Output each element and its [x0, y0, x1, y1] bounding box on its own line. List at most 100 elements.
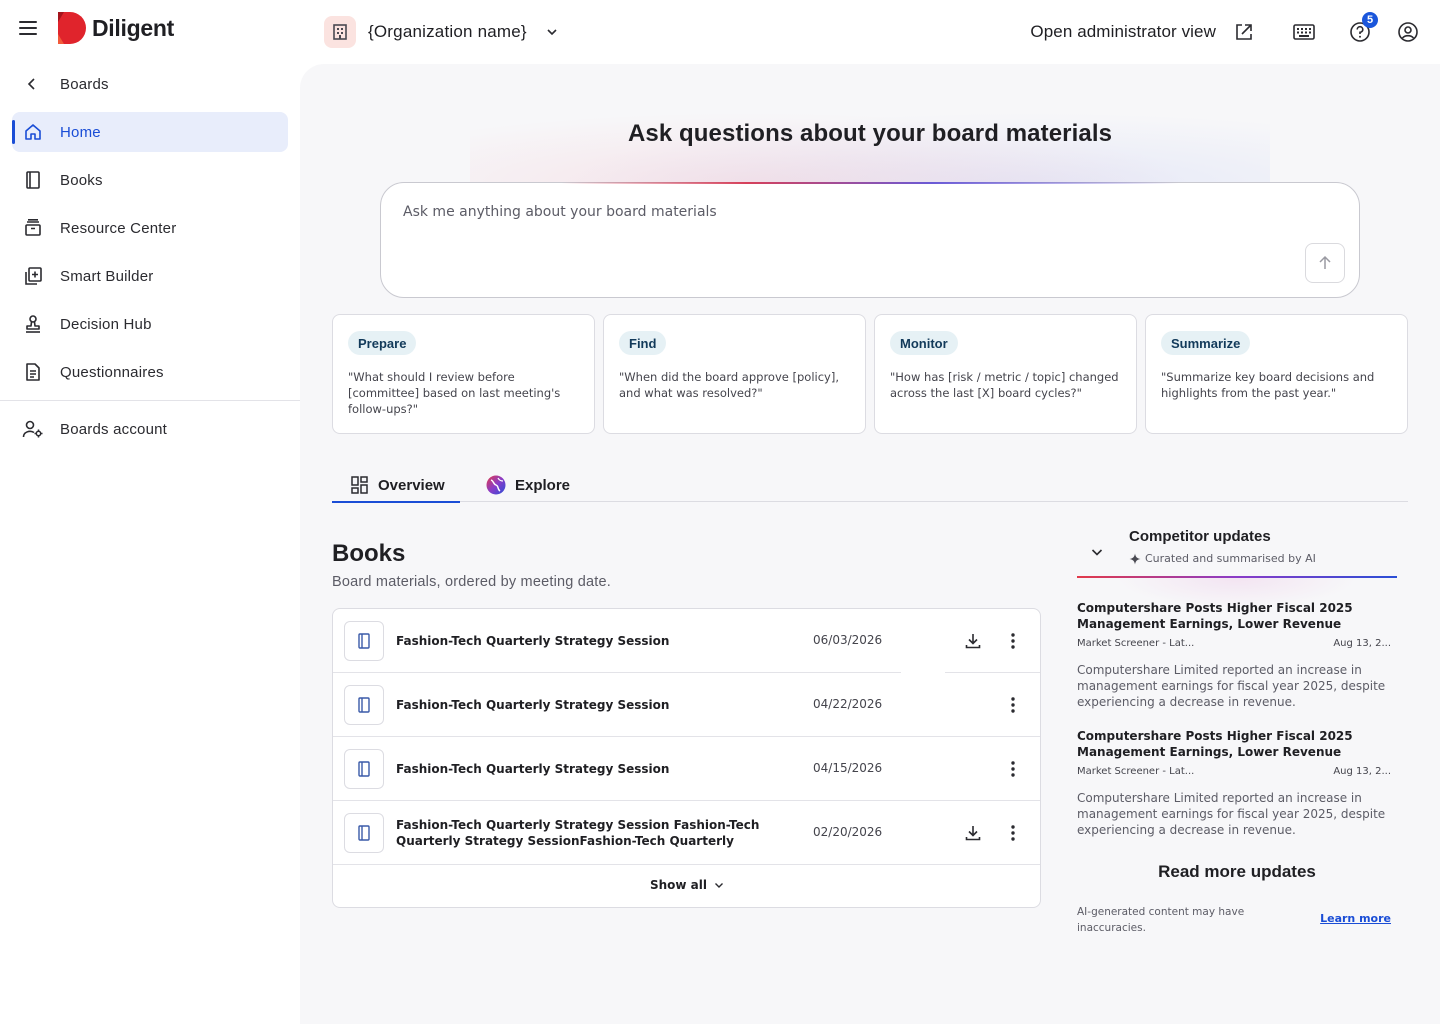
book-date: 02/20/2026: [813, 825, 883, 839]
show-all-button[interactable]: Show all: [333, 863, 1040, 907]
sidebar-item-decision-hub[interactable]: Decision Hub: [12, 304, 288, 344]
sidebar-divider: [0, 400, 300, 401]
user-settings-icon: [22, 418, 44, 440]
sidebar-item-smart-builder[interactable]: Smart Builder: [12, 256, 288, 296]
send-button[interactable]: [1305, 243, 1345, 283]
sidebar: Boards Home Books Resource Center Smart …: [0, 64, 300, 1024]
chevron-down-icon: [547, 29, 557, 36]
prompt-chip: Prepare: [348, 331, 417, 355]
news-meta: Market Screener - Lat... Aug 13, 2...: [1077, 766, 1397, 782]
stamp-icon: [22, 313, 44, 335]
news-title[interactable]: Computershare Posts Higher Fiscal 2025 M…: [1077, 600, 1397, 632]
book-date: 04/15/2026: [813, 761, 883, 775]
table-row[interactable]: Fashion-Tech Quarterly Strategy Session …: [333, 609, 1040, 673]
diligent-logo-icon: [58, 12, 86, 44]
books-heading: Books: [332, 540, 406, 567]
prompt-card-monitor[interactable]: Monitor "How has [risk / metric / topic]…: [874, 314, 1137, 434]
user-account-icon[interactable]: [1394, 18, 1422, 46]
news-item[interactable]: Computershare Posts Higher Fiscal 2025 M…: [1077, 600, 1397, 710]
open-admin-view-link[interactable]: Open administrator view: [1030, 22, 1216, 42]
sidebar-item-label: Decision Hub: [60, 315, 152, 333]
sidebar-item-label: Resource Center: [60, 219, 177, 237]
read-more-updates-button[interactable]: Read more updates: [1077, 862, 1397, 882]
organization-selector[interactable]: {Organization name}: [324, 16, 559, 48]
news-title[interactable]: Computershare Posts Higher Fiscal 2025 M…: [1077, 728, 1397, 760]
book-title: Fashion-Tech Quarterly Strategy Session: [396, 698, 670, 712]
prompt-chip: Summarize: [1161, 331, 1251, 355]
prompt-card-prepare[interactable]: Prepare "What should I review before [co…: [332, 314, 595, 434]
prompt-text: "Summarize key board decisions and highl…: [1161, 370, 1375, 400]
tab-bar: Overview Explore: [332, 468, 1408, 503]
book-icon: [344, 813, 384, 853]
globe-icon: [486, 475, 506, 495]
ask-input[interactable]: [403, 199, 1283, 225]
table-row[interactable]: Fashion-Tech Quarterly Strategy Session …: [333, 737, 1040, 801]
keyboard-icon[interactable]: [1290, 18, 1318, 46]
menu-icon[interactable]: [14, 14, 42, 42]
book-icon: [344, 685, 384, 725]
more-options-icon[interactable]: [1001, 821, 1025, 845]
news-item[interactable]: Computershare Posts Higher Fiscal 2025 M…: [1077, 728, 1397, 838]
sidebar-item-questionnaires[interactable]: Questionnaires: [12, 352, 288, 392]
prompt-text: "How has [risk / metric / topic] changed…: [890, 370, 1119, 400]
show-all-label: Show all: [649, 878, 708, 892]
add-document-icon: [22, 265, 44, 287]
sidebar-item-label: Boards account: [60, 420, 168, 438]
diligent-logo[interactable]: Diligent: [56, 12, 174, 44]
learn-more-link[interactable]: Learn more: [1320, 912, 1391, 925]
books-subtitle: Board materials, ordered by meeting date…: [332, 574, 612, 590]
sidebar-item-label: Books: [60, 171, 103, 189]
sidebar-item-boards-account[interactable]: Boards account: [12, 409, 288, 449]
help-icon[interactable]: 5: [1346, 12, 1378, 46]
book-icon: [22, 169, 44, 191]
main-content: Ask questions about your board materials…: [300, 64, 1440, 1024]
prompt-chip: Find: [619, 331, 667, 355]
news-date: Aug 13, 2...: [1333, 766, 1391, 777]
boards-back-link[interactable]: Boards: [0, 64, 300, 104]
sparkle-icon: [1129, 553, 1141, 564]
organization-name: {Organization name}: [368, 22, 527, 41]
book-date: 04/22/2026: [813, 697, 883, 711]
books-list: Fashion-Tech Quarterly Strategy Session …: [332, 608, 1041, 908]
ask-box: [380, 182, 1360, 298]
download-icon[interactable]: [961, 821, 985, 845]
sidebar-item-home[interactable]: Home: [12, 112, 288, 152]
table-row[interactable]: Fashion-Tech Quarterly Strategy Session …: [333, 801, 1040, 865]
more-options-icon[interactable]: [1001, 757, 1025, 781]
download-icon[interactable]: [961, 629, 985, 653]
competitor-updates-subtitle: Curated and summarised by AI: [1129, 552, 1316, 565]
prompt-card-find[interactable]: Find "When did the board approve [policy…: [603, 314, 866, 434]
book-date: 06/03/2026: [813, 633, 883, 647]
tab-overview[interactable]: Overview: [332, 468, 460, 503]
book-icon: [344, 749, 384, 789]
building-icon: [324, 16, 356, 48]
tab-explore[interactable]: Explore: [485, 468, 570, 502]
tab-label: Overview: [378, 476, 445, 494]
tab-label: Explore: [515, 476, 571, 494]
prompt-text: "When did the board approve [policy], an…: [619, 370, 839, 400]
news-source: Market Screener - Lat...: [1077, 766, 1195, 777]
top-actions: Open administrator view 5: [1030, 12, 1440, 50]
dashboard-icon: [351, 476, 368, 494]
more-options-icon[interactable]: [1001, 629, 1025, 653]
sidebar-item-label: Smart Builder: [60, 267, 154, 285]
sidebar-item-books[interactable]: Books: [12, 160, 288, 200]
news-summary: Computershare Limited reported an increa…: [1077, 663, 1386, 709]
table-row[interactable]: Fashion-Tech Quarterly Strategy Session …: [333, 673, 1040, 737]
collapse-toggle[interactable]: [1087, 542, 1107, 562]
notification-badge: 5: [1362, 12, 1378, 28]
archive-icon: [22, 217, 44, 239]
sidebar-item-label: Home: [60, 123, 101, 141]
arrow-up-icon: [1319, 255, 1331, 269]
book-title: Fashion-Tech Quarterly Strategy Session: [396, 762, 670, 776]
news-meta: Market Screener - Lat... Aug 13, 2...: [1077, 638, 1397, 654]
prompt-suggestions: Prepare "What should I review before [co…: [332, 314, 1408, 434]
sidebar-item-resource-center[interactable]: Resource Center: [12, 208, 288, 248]
home-icon: [22, 121, 44, 143]
more-options-icon[interactable]: [1001, 693, 1025, 717]
prompt-card-summarize[interactable]: Summarize "Summarize key board decisions…: [1145, 314, 1408, 434]
competitor-updates-panel: Competitor updates Curated and summarise…: [1077, 522, 1397, 942]
chevron-down-icon: [715, 883, 724, 888]
external-link-icon[interactable]: [1230, 18, 1258, 46]
prompt-chip: Monitor: [890, 331, 958, 355]
